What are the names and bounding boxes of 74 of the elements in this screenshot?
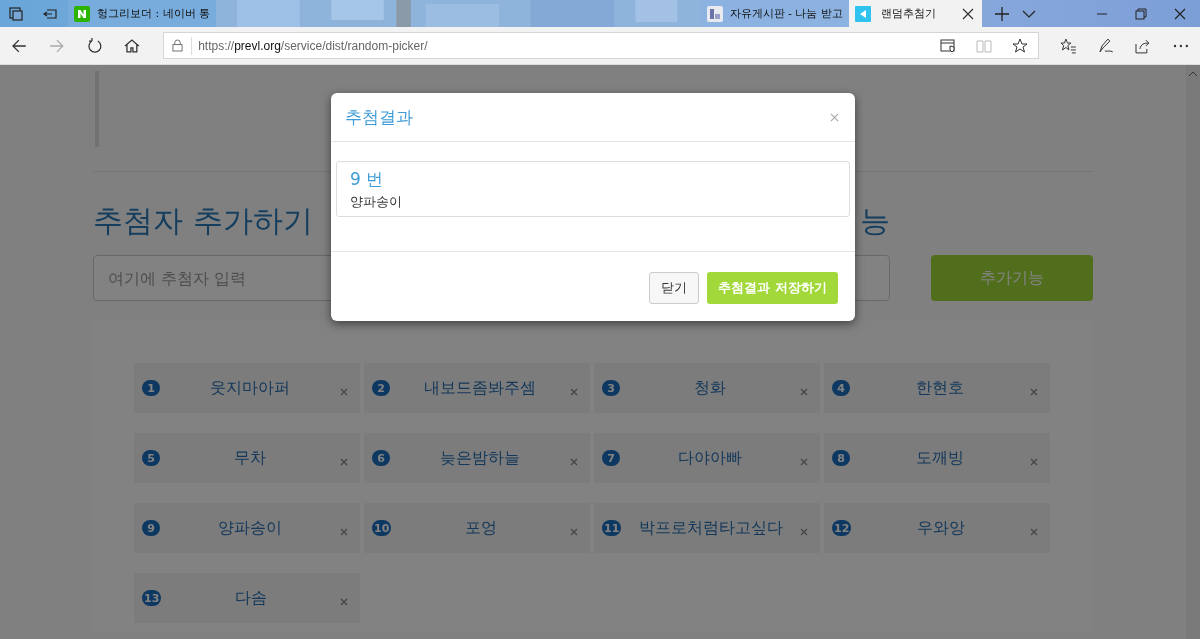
scroll-up-icon[interactable] — [1188, 71, 1198, 77]
back-icon[interactable] — [11, 37, 27, 54]
browser-tab[interactable]: 자유게시판 - 나눔 받고 — [700, 0, 849, 27]
number-badge: 8 — [832, 450, 850, 466]
participant-name: 다솜 — [233, 587, 268, 609]
site-logo-icon — [855, 5, 871, 22]
participant-name: 도깨빙 — [915, 447, 965, 469]
tab-title: 헝그리보더 : 네이버 통 — [97, 6, 211, 21]
browser-tab[interactable]: 랜덤추첨기 — [849, 0, 982, 27]
remove-icon[interactable] — [570, 528, 578, 536]
site-logo-icon — [74, 5, 90, 22]
number-badge: 1 — [142, 380, 160, 396]
remove-icon[interactable] — [1030, 388, 1038, 396]
participant-name: 우와앙 — [915, 517, 966, 539]
number-badge: 10 — [372, 520, 392, 536]
number-badge: 13 — [142, 590, 162, 606]
new-tab-icon[interactable] — [995, 6, 1009, 21]
close-icon[interactable] — [962, 7, 974, 20]
number-badge: 7 — [602, 450, 620, 466]
result-name: 양파송이 — [350, 193, 403, 211]
result-number: 9 번 — [350, 168, 385, 191]
pen-icon[interactable] — [1097, 37, 1114, 54]
number-badge: 4 — [832, 380, 850, 396]
remove-icon[interactable] — [1030, 458, 1038, 466]
number-badge: 6 — [372, 450, 390, 466]
number-badge: 3 — [602, 380, 620, 396]
dialog-title: 추첨결과 — [345, 105, 413, 129]
remove-icon[interactable] — [340, 458, 348, 466]
remove-icon[interactable] — [340, 598, 348, 606]
site-logo-icon — [706, 5, 723, 22]
remove-icon[interactable] — [800, 458, 808, 466]
participant-name: 포엉 — [463, 517, 498, 539]
address-bar[interactable]: https://prevl.org/service/dist/random-picker/ — [163, 32, 1039, 59]
remove-icon[interactable] — [570, 458, 578, 466]
tabs-icon[interactable] — [8, 5, 24, 22]
close-icon[interactable] — [1174, 7, 1186, 20]
remove-icon[interactable] — [570, 388, 578, 396]
tracking-shield-icon[interactable] — [939, 37, 956, 54]
number-badge: 11 — [602, 520, 622, 536]
number-badge: 9 — [142, 520, 160, 536]
remove-icon[interactable] — [800, 528, 808, 536]
participant-name: 박프로처럼타고싶다 — [637, 517, 784, 539]
more-icon[interactable] — [1173, 43, 1190, 48]
forward-icon[interactable] — [48, 37, 65, 54]
star-icon[interactable] — [1011, 37, 1028, 54]
home-icon[interactable] — [124, 37, 141, 54]
page-heading: 능 — [860, 202, 890, 240]
tab-title: 랜덤추첨기 — [881, 6, 936, 21]
restore-icon[interactable] — [1135, 7, 1147, 20]
refresh-icon[interactable] — [86, 37, 103, 54]
number-badge: 12 — [832, 520, 852, 536]
participant-name: 늦은밤하늘 — [439, 447, 521, 469]
close-button[interactable]: 닫기 — [649, 271, 700, 304]
remove-icon[interactable] — [800, 388, 808, 396]
participant-name: 한현호 — [915, 377, 965, 399]
number-badge: 5 — [142, 450, 160, 466]
participant-name: 무차 — [233, 447, 267, 469]
participant-name: 다야아빠 — [677, 447, 743, 469]
favorites-icon[interactable] — [1059, 37, 1076, 54]
tab-title: 자유게시판 - 나눔 받고 — [729, 6, 843, 21]
participant-name: 청화 — [693, 377, 727, 399]
url-text: https://prevl.org/service/dist/random-picker/ — [198, 38, 428, 53]
participant-name: 웃지마아퍼 — [209, 377, 291, 399]
remove-icon[interactable] — [1030, 528, 1038, 536]
reading-view-icon[interactable] — [975, 37, 992, 54]
lock-icon — [172, 39, 184, 52]
scrollbar[interactable] — [1186, 65, 1200, 639]
remove-icon[interactable] — [340, 388, 348, 396]
participant-name: 양파송이 — [217, 517, 283, 539]
number-badge: 2 — [372, 380, 390, 396]
participant-name: 내보드좀봐주셈 — [423, 377, 537, 399]
page-heading: 추첨자 추가하기 — [93, 202, 313, 240]
remove-icon[interactable] — [340, 528, 348, 536]
share-icon[interactable] — [1135, 37, 1152, 54]
